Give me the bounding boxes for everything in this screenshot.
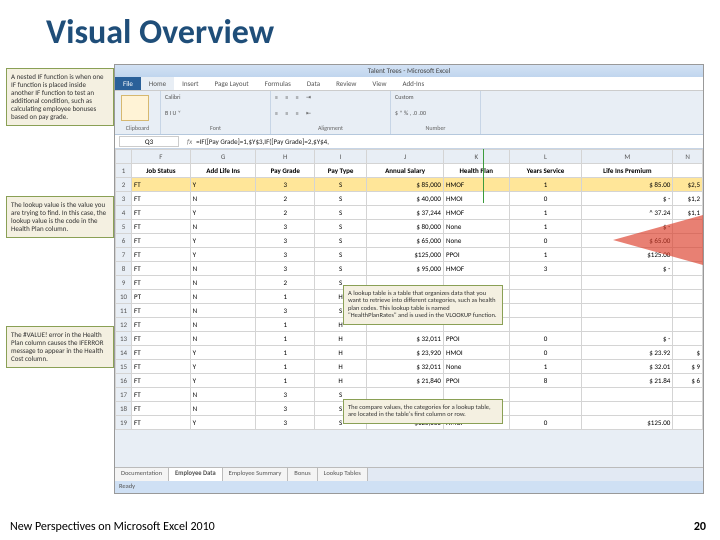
tab-view[interactable]: View [364,77,394,90]
tab-data[interactable]: Data [299,77,328,90]
tab-insert[interactable]: Insert [174,77,206,90]
slide-title: Visual Overview [0,0,720,63]
paste-button[interactable] [121,95,149,121]
sheet-documentation[interactable]: Documentation [115,468,169,481]
name-box[interactable]: Q3 [119,136,179,147]
tab-addins[interactable]: Add-Ins [394,77,432,90]
page-number: 20 [694,520,706,534]
callout-lookup-value: The lookup value is the value you are tr… [6,196,114,238]
group-clipboard: Clipboard [119,124,156,132]
sheet-bonus[interactable]: Bonus [288,468,317,481]
sheet-employee-data[interactable]: Employee Data [169,468,223,481]
trace-line [483,149,484,203]
excel-window: Talent Trees - Microsoft Excel File Home… [114,64,704,494]
table-row[interactable]: 13FTN1H$ 32,011PPOI0$ - [116,332,703,346]
table-row[interactable]: 14FTY1H$ 23,920HMOI0$ 23.92$ [116,346,703,360]
col-headers: FGHIJKLMN [116,150,703,164]
table-row[interactable]: 16FTY1H$ 21,840PPOI8$ 21.84$ 6 [116,374,703,388]
status-bar: Ready [115,481,703,493]
sheet-tabs: Documentation Employee Data Employee Sum… [115,467,703,481]
footer-left: New Perspectives on Microsoft Excel 2010 [10,520,215,534]
tab-review[interactable]: Review [328,77,364,90]
font-name[interactable]: Calibri [165,93,266,101]
formula-text[interactable]: =IF([Pay Grade]=1,$Y$3,IF([Pay Grade]=2,… [196,137,329,146]
number-format[interactable]: Custom [395,93,476,101]
tab-formulas[interactable]: Formulas [257,77,299,90]
callout-compare-values: The compare values, the categories for a… [343,399,503,424]
ribbon: Clipboard Calibri B I U ˅ Font ≡ ≡ ≡ ⇥ ≡… [115,91,703,135]
group-font: Font [165,124,266,132]
table-row[interactable]: 15FTY1H$ 32,011None1$ 32.01$ 9 [116,360,703,374]
callout-nested-if: A nested IF function is when one IF func… [6,68,114,126]
ribbon-tabs: File Home Insert Page Layout Formulas Da… [115,77,703,91]
callout-lookup-table: A lookup table is a table that organizes… [343,285,503,325]
sheet-employee-summary[interactable]: Employee Summary [223,468,289,481]
table-row[interactable]: 3FTN2S$ 40,000HMOI0$ -$1,2 [116,192,703,206]
window-titlebar: Talent Trees - Microsoft Excel [115,65,703,77]
tab-home[interactable]: Home [141,77,174,90]
fx-icon[interactable]: fx [183,137,196,146]
callout-iferror: The #VALUE! error in the Health Plan col… [6,326,114,368]
formula-bar: Q3 fx =IF([Pay Grade]=1,$Y$3,IF([Pay Gra… [115,135,703,149]
group-alignment: Alignment [275,124,386,132]
table-row[interactable]: 2FTY3S$ 85,000HMOF1$ 85.00$2,5 [116,178,703,192]
font-buttons[interactable]: B I U ˅ [165,109,266,117]
tab-page-layout[interactable]: Page Layout [207,77,257,90]
tab-file[interactable]: File [115,77,141,90]
highlight-arrow [613,215,703,265]
group-number: Number [395,124,476,132]
sheet-lookup-tables[interactable]: Lookup Tables [318,468,368,481]
field-headers: 1 Job StatusAdd Life InsPay GradePay Typ… [116,164,703,178]
